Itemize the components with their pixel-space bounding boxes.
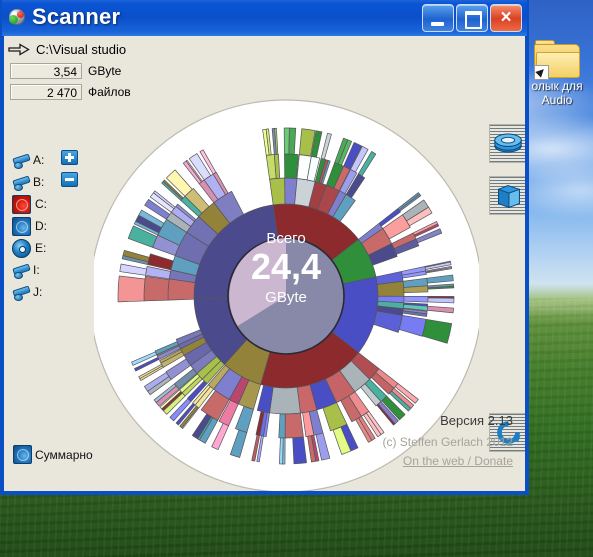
center-label-top: Всего: [266, 230, 305, 247]
size-row: 3,54 GByte: [10, 63, 121, 79]
minimize-button[interactable]: [422, 4, 454, 32]
zoom-controls: [61, 150, 78, 194]
center-label-unit: GByte: [265, 289, 307, 306]
path-bar[interactable]: C:\Visual studio: [8, 40, 126, 58]
cd-drive-icon: [12, 238, 31, 258]
drive-label: I:: [33, 263, 40, 277]
size-unit: GByte: [88, 64, 122, 78]
chart-segment[interactable]: [427, 297, 455, 304]
drive-item-d[interactable]: D:: [12, 215, 47, 237]
folder-shortcut-icon: [534, 40, 580, 80]
drive-label: B:: [33, 175, 45, 189]
sunburst-chart[interactable]: Всего 24,4 GByte: [94, 94, 479, 491]
drive-item-a[interactable]: A:: [12, 149, 47, 171]
arrow-right-icon: [8, 42, 30, 56]
drive-label: D:: [35, 219, 47, 233]
drive-list: A: B: C: D: E: I: J:: [12, 149, 47, 303]
floppy-drive-icon: [12, 284, 31, 301]
globe-icon: [9, 9, 27, 27]
summary-toggle[interactable]: Суммарно: [13, 445, 93, 464]
window-title: Scanner: [32, 4, 121, 29]
desktop-shortcut-label: олык для Audio: [531, 79, 583, 107]
close-button[interactable]: ×: [490, 4, 522, 32]
drive-label: C:: [35, 197, 47, 211]
zoom-out-button[interactable]: [61, 172, 78, 187]
desktop-shortcut-audio[interactable]: олык для Audio: [522, 40, 592, 107]
maximize-button[interactable]: [456, 4, 488, 32]
drive-item-j[interactable]: J:: [12, 281, 47, 303]
files-value: 2 470: [10, 84, 82, 100]
size-value: 3,54: [10, 63, 82, 79]
hard-disk-blue-icon: [12, 216, 31, 236]
recycle-bin-icon: [494, 133, 522, 153]
drive-item-i[interactable]: I:: [12, 259, 47, 281]
chart-segment[interactable]: [284, 153, 299, 179]
summary-label: Суммарно: [35, 447, 93, 462]
chart-segment[interactable]: [117, 275, 146, 303]
floppy-drive-icon: [12, 174, 31, 191]
chart-segment[interactable]: [278, 413, 286, 439]
drive-item-e[interactable]: E:: [12, 237, 47, 259]
chart-segment[interactable]: [279, 437, 284, 465]
drive-item-c[interactable]: C:: [12, 193, 47, 215]
close-icon: ×: [500, 7, 512, 28]
drive-label: E:: [35, 241, 47, 255]
window-controls: ×: [422, 4, 522, 32]
web-donate-link[interactable]: On the web / Donate: [403, 454, 513, 468]
chart-segment[interactable]: [269, 386, 301, 415]
hard-disk-blue-icon: [13, 445, 32, 464]
path-text: C:\Visual studio: [36, 41, 127, 57]
recycle-bin-button[interactable]: [489, 124, 525, 163]
sunburst-svg[interactable]: Всего 24,4 GByte: [94, 94, 479, 491]
drive-label: J:: [33, 285, 43, 299]
drive-item-b[interactable]: B:: [12, 171, 47, 193]
zoom-in-button[interactable]: [61, 150, 78, 165]
window-titlebar[interactable]: Scanner ×: [2, 0, 527, 37]
folder-up-button[interactable]: [489, 176, 525, 215]
floppy-drive-icon: [12, 152, 31, 169]
floppy-drive-icon: [12, 262, 31, 279]
copyright-label: (c) Steffen Gerlach 2012: [382, 435, 513, 449]
shortcut-overlay-icon: [534, 65, 549, 80]
chart-segment[interactable]: [143, 275, 170, 302]
drive-label: A:: [33, 153, 45, 167]
chart-segment[interactable]: [403, 295, 429, 303]
center-label-value: 24,4: [251, 246, 321, 287]
chart-segment[interactable]: [288, 127, 297, 155]
chart-segment[interactable]: [284, 412, 304, 439]
scanner-window: Scanner × C:\Visual studio 3,54 GByte 2 …: [0, 0, 529, 495]
window-client-area: C:\Visual studio 3,54 GByte 2 470 Файлов…: [4, 36, 525, 491]
hard-disk-red-icon: [12, 194, 31, 214]
folder-icon: [498, 185, 520, 209]
version-label: Версия 2.13: [440, 413, 513, 428]
